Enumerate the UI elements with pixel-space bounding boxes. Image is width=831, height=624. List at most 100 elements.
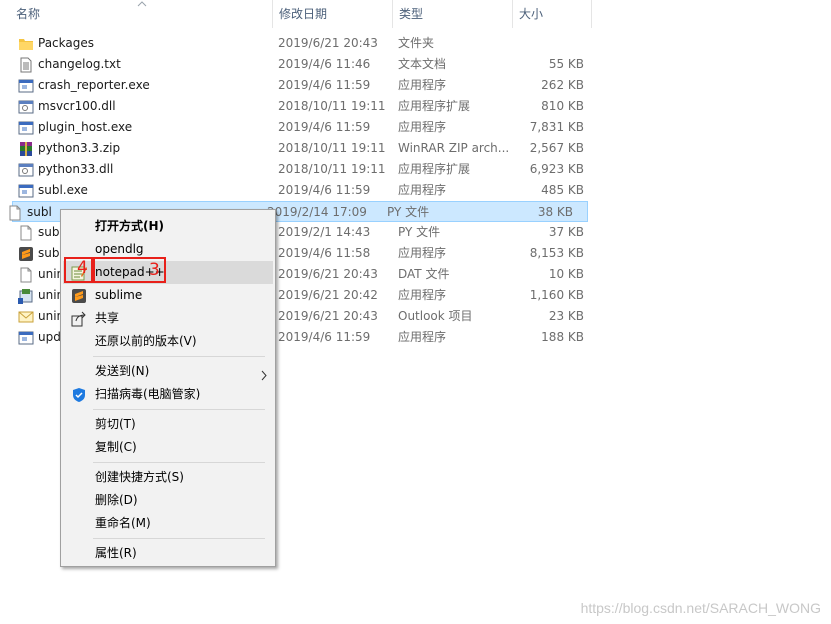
exe-icon xyxy=(18,183,34,199)
file-row[interactable]: python33.dll 2018/10/11 19:11 应用程序扩展 6,923 … xyxy=(0,159,592,180)
file-date: 2019/4/6 11:59 xyxy=(278,78,371,92)
menu-separator xyxy=(93,409,265,410)
file-size: 7,831 KB xyxy=(529,120,584,134)
menu-separator xyxy=(93,538,265,539)
menu-label: 创建快捷方式(S) xyxy=(95,470,184,484)
blank-file-icon xyxy=(18,267,34,283)
file-type: 应用程序扩展 xyxy=(398,162,471,176)
menu-label: 打开方式(H) xyxy=(95,219,165,233)
file-type: 应用程序 xyxy=(398,120,447,134)
file-type: 应用程序 xyxy=(398,246,447,260)
file-date: 2019/4/6 11:46 xyxy=(278,57,371,71)
exe-icon xyxy=(18,78,34,94)
menu-delete[interactable]: 删除(D) xyxy=(63,489,273,512)
file-type: PY 文件 xyxy=(398,225,441,239)
sublime-icon xyxy=(18,246,34,262)
file-type: 文件夹 xyxy=(398,36,435,50)
file-type: 应用程序 xyxy=(398,78,447,92)
menu-label: 复制(C) xyxy=(95,440,137,454)
menu-label: sublime xyxy=(95,288,143,302)
file-name: msvcr100.dll xyxy=(38,99,116,113)
file-row[interactable]: plugin_host.exe 2019/4/6 11:59 应用程序 7,831 K… xyxy=(0,117,592,138)
menu-rename[interactable]: 重命名(M) xyxy=(63,512,273,535)
annotation-number-4: 4 xyxy=(77,258,88,278)
file-size: 6,923 KB xyxy=(529,162,584,176)
menu-scan-virus[interactable]: 扫描病毒(电脑管家) xyxy=(63,383,273,406)
menu-separator xyxy=(93,356,265,357)
file-name: plugin_host.exe xyxy=(38,120,133,134)
file-date: 2019/2/14 17:09 xyxy=(267,205,367,219)
file-date: 2018/10/11 19:11 xyxy=(278,141,386,155)
file-date: 2018/10/11 19:11 xyxy=(278,99,386,113)
file-name: subl.exe xyxy=(38,183,88,197)
file-size: 55 KB xyxy=(548,57,584,71)
file-size: 2,567 KB xyxy=(529,141,584,155)
menu-label: 共享 xyxy=(95,311,120,325)
folder-icon xyxy=(18,36,34,52)
file-size: 810 KB xyxy=(541,99,584,113)
file-date: 2019/4/6 11:59 xyxy=(278,183,371,197)
file-date: 2019/4/6 11:58 xyxy=(278,246,371,260)
menu-open-with[interactable]: 打开方式(H) xyxy=(63,215,273,238)
file-date: 2019/6/21 20:42 xyxy=(278,288,378,302)
column-header: 名称 修改日期 类型 大小 xyxy=(0,0,592,28)
menu-create-shortcut[interactable]: 创建快捷方式(S) xyxy=(63,466,273,489)
file-date: 2019/2/1 14:43 xyxy=(278,225,371,239)
file-type: Outlook 项目 xyxy=(398,309,473,323)
annotation-number-3: 3 xyxy=(149,260,160,280)
file-row[interactable]: changelog.txt 2019/4/6 11:46 文本文档 55 KB xyxy=(0,54,592,75)
file-type: 应用程序 xyxy=(398,330,447,344)
column-size-header[interactable]: 大小 xyxy=(512,0,592,28)
file-type: WinRAR ZIP arch... xyxy=(398,141,508,155)
file-row[interactable]: crash_reporter.exe 2019/4/6 11:59 应用程序 262 … xyxy=(0,75,592,96)
file-name: changelog.txt xyxy=(38,57,121,71)
file-size: 8,153 KB xyxy=(529,246,584,260)
file-type: 应用程序扩展 xyxy=(398,99,471,113)
text-file-icon xyxy=(18,57,34,73)
menu-send-to[interactable]: 发送到(N) xyxy=(63,360,273,383)
file-row[interactable]: msvcr100.dll 2018/10/11 19:11 应用程序扩展 810 KB xyxy=(0,96,592,117)
file-date: 2019/6/21 20:43 xyxy=(278,267,378,281)
file-date: 2019/4/6 11:59 xyxy=(278,120,371,134)
menu-properties[interactable]: 属性(R) xyxy=(63,542,273,565)
menu-share[interactable]: 共享 xyxy=(63,307,273,330)
file-type: 应用程序 xyxy=(398,288,447,302)
watermark: https://blog.csdn.net/SARACH_WONG xyxy=(580,600,821,616)
file-size: 23 KB xyxy=(548,309,584,323)
file-size: 10 KB xyxy=(548,267,584,281)
column-date-header[interactable]: 修改日期 xyxy=(272,0,392,28)
file-size: 37 KB xyxy=(548,225,584,239)
column-type-header[interactable]: 类型 xyxy=(392,0,512,28)
file-date: 2018/10/11 19:11 xyxy=(278,162,386,176)
menu-restore-versions[interactable]: 还原以前的版本(V) xyxy=(63,330,273,353)
blank-file-icon xyxy=(18,225,34,241)
menu-label: 扫描病毒(电脑管家) xyxy=(95,387,201,401)
file-type: DAT 文件 xyxy=(398,267,450,281)
menu-label: 剪切(T) xyxy=(95,417,136,431)
menu-cut[interactable]: 剪切(T) xyxy=(63,413,273,436)
menu-label: 还原以前的版本(V) xyxy=(95,334,197,348)
shield-icon xyxy=(71,387,87,403)
column-name-header[interactable]: 名称 xyxy=(10,0,272,28)
sublime-icon xyxy=(71,288,87,304)
menu-separator xyxy=(93,462,265,463)
file-date: 2019/6/21 20:43 xyxy=(278,36,378,50)
file-size: 188 KB xyxy=(541,330,584,344)
menu-label: 删除(D) xyxy=(95,493,138,507)
dll-icon xyxy=(18,99,34,115)
file-row[interactable]: subl.exe 2019/4/6 11:59 应用程序 485 KB xyxy=(0,180,592,201)
chevron-right-icon xyxy=(261,366,267,381)
menu-copy[interactable]: 复制(C) xyxy=(63,436,273,459)
file-row[interactable]: Packages 2019/6/21 20:43 文件夹 xyxy=(0,33,592,54)
dll-icon xyxy=(18,162,34,178)
file-size: 485 KB xyxy=(541,183,584,197)
file-size: 1,160 KB xyxy=(529,288,584,302)
exe-icon xyxy=(18,330,34,346)
file-name: Packages xyxy=(38,36,94,50)
file-name: python3.3.zip xyxy=(38,141,121,155)
file-type: 文本文档 xyxy=(398,57,447,71)
file-row[interactable]: python3.3.zip 2018/10/11 19:11 WinRAR ZIP … xyxy=(0,138,592,159)
file-date: 2019/4/6 11:59 xyxy=(278,330,371,344)
menu-sublime[interactable]: sublime xyxy=(63,284,273,307)
menu-label: 属性(R) xyxy=(95,546,137,560)
